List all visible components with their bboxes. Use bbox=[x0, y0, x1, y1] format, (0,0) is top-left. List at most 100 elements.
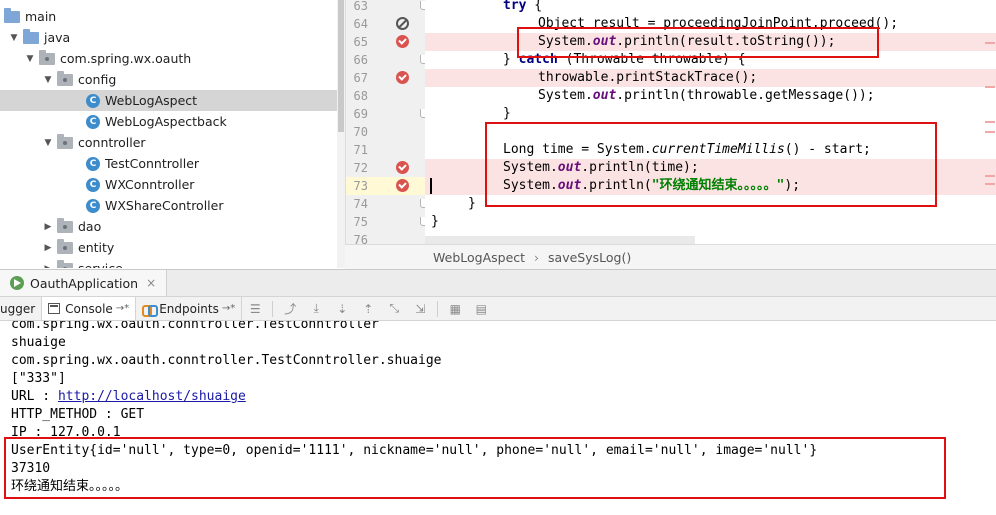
gutter-row: 68 bbox=[346, 87, 425, 105]
tree-item-wxconntroller[interactable]: C WXConntroller bbox=[0, 174, 337, 195]
editor-gutter[interactable]: 63 64 65 66 67 68 69 70 71 72 73 74 75 7… bbox=[345, 0, 425, 244]
line-number: 66 bbox=[353, 53, 368, 67]
class-icon: C bbox=[86, 93, 100, 108]
gutter-row: 66 bbox=[346, 51, 425, 69]
tab-label: ugger bbox=[0, 301, 36, 316]
gutter-row: 74 bbox=[346, 195, 425, 213]
evaluate-expression-icon[interactable]: ▦ bbox=[448, 302, 462, 316]
tree-item-label: dao bbox=[78, 219, 102, 234]
step-over-icon[interactable]: ⤓ bbox=[309, 301, 323, 316]
drop-frame-icon[interactable]: ⤡ bbox=[387, 301, 401, 316]
error-stripe-mark[interactable] bbox=[985, 175, 995, 177]
tree-item-label: WebLogAspectback bbox=[105, 114, 227, 129]
endpoints-icon bbox=[142, 303, 159, 317]
line-number: 70 bbox=[353, 125, 368, 139]
breadcrumb: WebLogAspect › saveSysLog() bbox=[345, 244, 996, 269]
tab-debugger[interactable]: ugger bbox=[0, 297, 43, 320]
error-stripe-mark[interactable] bbox=[985, 183, 995, 185]
package-icon bbox=[57, 217, 73, 233]
tree-item-weblogaspect[interactable]: C WebLogAspect bbox=[0, 90, 337, 111]
error-stripe-mark[interactable] bbox=[985, 42, 995, 44]
code-text: } bbox=[503, 106, 511, 121]
gutter-row: 65 bbox=[346, 33, 425, 51]
tree-item-testconntroller[interactable]: C TestConntroller bbox=[0, 153, 337, 174]
chevron-right-icon[interactable]: ▶ bbox=[43, 264, 53, 269]
code-line: try { bbox=[503, 0, 543, 13]
line-number: 74 bbox=[353, 197, 368, 211]
line-number: 65 bbox=[353, 35, 368, 49]
error-stripe-mark[interactable] bbox=[985, 86, 995, 88]
tree-item-label: java bbox=[44, 30, 71, 45]
tree-item-main[interactable]: main bbox=[0, 6, 337, 27]
chevron-down-icon[interactable]: ▼ bbox=[43, 75, 53, 85]
tree-item-package-root[interactable]: ▼ com.spring.wx.oauth bbox=[0, 48, 337, 69]
breakpoint-icon[interactable] bbox=[396, 179, 409, 192]
chevron-right-icon[interactable]: ▶ bbox=[43, 243, 53, 253]
line-number: 67 bbox=[353, 71, 368, 85]
step-out-icon[interactable]: ⇡ bbox=[361, 302, 375, 316]
url-link[interactable]: http://localhost/shuaige bbox=[58, 389, 246, 404]
breakpoint-icon[interactable] bbox=[396, 35, 409, 48]
gutter-row: 64 bbox=[346, 15, 425, 33]
keyword: try bbox=[503, 0, 527, 13]
gutter-row-current: 73 bbox=[346, 177, 425, 195]
breadcrumb-separator: › bbox=[534, 249, 540, 265]
tree-item-entity[interactable]: ▶ entity bbox=[0, 237, 337, 258]
tree-item-label: entity bbox=[78, 240, 115, 255]
package-icon bbox=[57, 133, 73, 149]
package-icon bbox=[57, 259, 73, 268]
console-line-url: URL : http://localhost/shuaige bbox=[11, 388, 246, 406]
code-text: .println(throwable.getMessage()); bbox=[616, 88, 875, 103]
class-icon: C bbox=[86, 198, 100, 213]
tree-item-label: WXShareController bbox=[105, 198, 224, 213]
toolbar-separator bbox=[272, 300, 274, 317]
tab-endpoints[interactable]: Endpoints →* bbox=[136, 297, 243, 320]
tree-item-label: main bbox=[25, 9, 57, 24]
disabled-breakpoint-icon[interactable] bbox=[396, 17, 409, 30]
tree-item-wxsharecontroller[interactable]: C WXShareController bbox=[0, 195, 337, 216]
pin-icon[interactable]: →* bbox=[222, 303, 235, 314]
chevron-down-icon[interactable]: ▼ bbox=[25, 54, 35, 64]
editor-horizontal-scrollbar[interactable] bbox=[425, 236, 695, 244]
tree-item-conntroller[interactable]: ▼ conntroller bbox=[0, 132, 337, 153]
tree-item-dao[interactable]: ▶ dao bbox=[0, 216, 337, 237]
tree-scrollbar[interactable] bbox=[337, 0, 345, 268]
breadcrumb-method[interactable]: saveSysLog() bbox=[548, 250, 631, 265]
console-line: ["333"] bbox=[11, 371, 66, 386]
pin-icon[interactable]: →* bbox=[116, 303, 129, 314]
toolbar-separator bbox=[437, 300, 439, 317]
code-line: System.out.println(throwable.getMessage(… bbox=[425, 87, 996, 105]
tree-item-java[interactable]: ▼ java bbox=[0, 27, 337, 48]
tree-item-weblogaspectback[interactable]: C WebLogAspectback bbox=[0, 111, 337, 132]
close-icon[interactable]: × bbox=[146, 276, 156, 290]
tree-item-service[interactable]: ▶ service bbox=[0, 258, 337, 268]
tree-item-label: com.spring.wx.oauth bbox=[60, 51, 192, 66]
text-caret bbox=[430, 178, 432, 194]
step-into-icon[interactable]: ⇣ bbox=[335, 302, 349, 316]
class-icon: C bbox=[86, 177, 100, 192]
console-icon bbox=[48, 303, 61, 314]
gutter-row: 71 bbox=[346, 141, 425, 159]
run-tab[interactable]: OauthApplication × bbox=[0, 269, 168, 297]
error-stripe-mark[interactable] bbox=[985, 121, 995, 123]
run-to-cursor-icon[interactable]: ⇲ bbox=[413, 302, 427, 316]
breakpoint-icon[interactable] bbox=[396, 161, 409, 174]
code-field: out bbox=[592, 88, 617, 103]
tab-console[interactable]: Console →* bbox=[42, 297, 137, 320]
console-line: shuaige bbox=[11, 335, 66, 350]
chevron-down-icon[interactable]: ▼ bbox=[9, 33, 19, 43]
breakpoint-icon[interactable] bbox=[396, 71, 409, 84]
error-stripe-mark[interactable] bbox=[985, 131, 995, 133]
chevron-right-icon[interactable]: ▶ bbox=[43, 222, 53, 232]
tree-item-label: WebLogAspect bbox=[105, 93, 198, 108]
show-execution-point-icon[interactable]: ⤴ bbox=[283, 302, 297, 316]
scrollbar-thumb[interactable] bbox=[338, 0, 344, 132]
restore-layout-icon[interactable]: ▤ bbox=[474, 302, 488, 316]
chevron-down-icon[interactable]: ▼ bbox=[43, 138, 53, 148]
menu-icon[interactable]: ☰ bbox=[248, 302, 262, 316]
breadcrumb-class[interactable]: WebLogAspect bbox=[433, 250, 525, 265]
tree-item-config[interactable]: ▼ config bbox=[0, 69, 337, 90]
line-number: 76 bbox=[353, 233, 368, 244]
line-number: 75 bbox=[353, 215, 368, 229]
annotation-box-console bbox=[4, 437, 946, 499]
